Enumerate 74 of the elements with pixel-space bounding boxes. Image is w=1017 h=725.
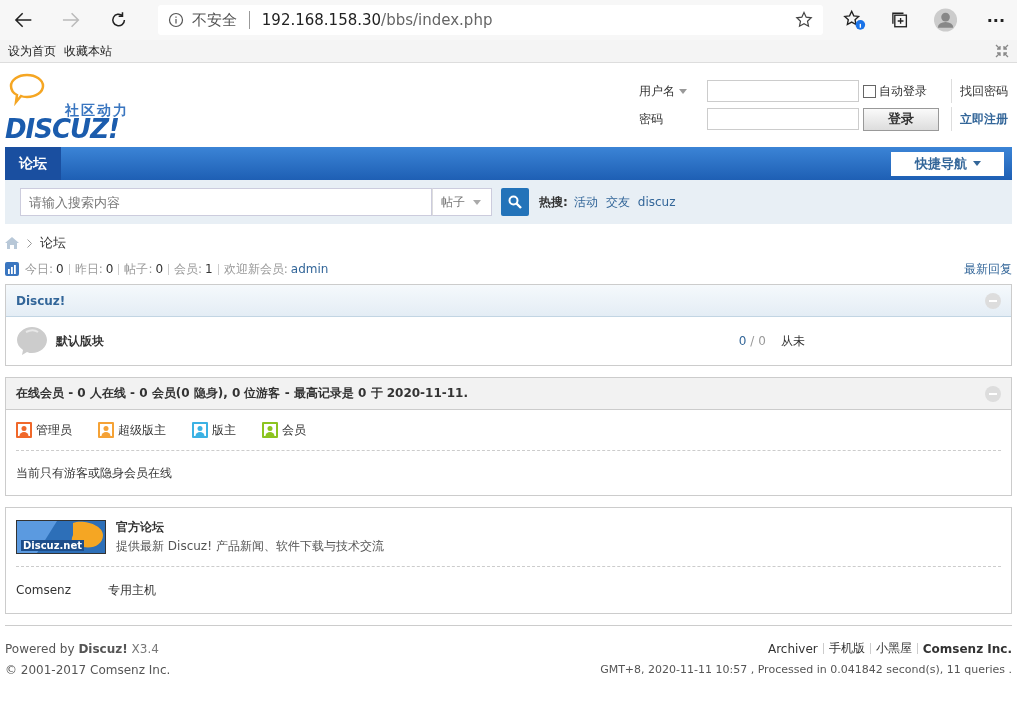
caret-icon xyxy=(972,161,981,166)
stat-value[interactable]: admin xyxy=(290,262,329,276)
search-field[interactable]: 请输入搜索内容 xyxy=(20,188,432,216)
caret-icon xyxy=(679,88,687,94)
address-bar[interactable]: 不安全 192.168.158.30/bbs/index.php xyxy=(157,5,824,35)
footer-link[interactable]: 手机版 xyxy=(828,640,865,657)
legend-label: 超级版主 xyxy=(118,421,166,439)
featured-link-title[interactable]: 官方论坛 xyxy=(116,519,384,536)
legend-label: 会员 xyxy=(282,421,306,439)
featured-link-description: 提供最新 Discuz! 产品新闻、软件下载与技术交流 xyxy=(116,538,384,555)
hot-search-link[interactable]: 交友 xyxy=(605,193,630,211)
auto-login-checkbox[interactable]: 自动登录 xyxy=(863,82,939,100)
hot-search-link[interactable]: discuz xyxy=(637,195,676,209)
hot-search-link[interactable]: 活动 xyxy=(573,193,598,211)
forum-thread-count: 0 xyxy=(738,334,747,348)
url-text: 192.168.158.30/bbs/index.php xyxy=(261,11,494,29)
friend-link[interactable]: Comsenz xyxy=(16,583,108,597)
more-button[interactable]: ··· xyxy=(986,10,1005,30)
chart-icon xyxy=(5,262,19,276)
processing-info: GMT+8, 2020-11-11 10:57 , Processed in 0.041842 second(s), 11 queries . xyxy=(600,663,1012,676)
login-button[interactable]: 登录 xyxy=(863,107,939,131)
nav-tab[interactable]: 论坛 xyxy=(5,147,61,180)
username-label[interactable]: 用户名 xyxy=(639,82,707,100)
stat-value: 0 xyxy=(155,262,164,276)
stat-label: 今日: xyxy=(25,260,54,278)
password-field[interactable] xyxy=(707,108,859,130)
footer-link[interactable]: Comsenz Inc. xyxy=(922,641,1012,656)
logo-tagline: 社区动力 xyxy=(65,102,129,119)
password-label: 密码 xyxy=(639,110,664,128)
latest-replies-link[interactable]: 最新回复 xyxy=(964,260,1012,278)
star-icon[interactable] xyxy=(795,11,814,29)
collections-icon[interactable] xyxy=(890,10,910,30)
forgot-password-link[interactable]: 找回密码 xyxy=(960,82,1012,100)
stat-value: 0 xyxy=(56,262,64,276)
stat-label: 会员: xyxy=(174,260,203,278)
stat-label: 昨日: xyxy=(74,260,103,278)
caret-icon xyxy=(473,199,481,205)
copyright-text: © 2001-2017 Comsenz Inc. xyxy=(5,662,171,677)
register-link[interactable]: 立即注册 xyxy=(960,110,1012,128)
favorites-icon[interactable] xyxy=(843,9,867,31)
legend-label: 管理员 xyxy=(36,421,72,439)
search-icon xyxy=(508,195,522,209)
stat-value: 0 xyxy=(105,262,114,276)
footer-link[interactable]: 小黑屋 xyxy=(875,640,912,657)
forum-post-count: 0 xyxy=(758,334,766,348)
friend-link[interactable]: 专用主机 xyxy=(108,581,200,599)
forum-name[interactable]: 默认版块 xyxy=(56,332,104,350)
forum-bubble-icon xyxy=(16,326,48,356)
last-post: 从未 xyxy=(781,332,806,350)
home-icon[interactable] xyxy=(5,237,19,249)
site-logo[interactable]: Discuz.net xyxy=(16,520,106,554)
powered-by-text: Powered by Discuz! X3.4 xyxy=(5,641,159,656)
stat-label: 欢迎新会员: xyxy=(223,260,288,278)
hot-search-label: 热搜: xyxy=(539,193,568,211)
stat-label: 帖子: xyxy=(124,260,153,278)
security-label: 不安全 xyxy=(191,10,237,30)
legend-label: 版主 xyxy=(212,421,236,439)
favorites-link[interactable]: 收藏本站 xyxy=(64,42,112,60)
username-field[interactable] xyxy=(707,80,859,102)
profile-avatar[interactable] xyxy=(933,8,957,32)
collapse-icon[interactable] xyxy=(995,44,1009,58)
favorites-link[interactable]: 设为首页 xyxy=(8,42,56,60)
info-icon xyxy=(167,12,184,28)
count-separator: / xyxy=(750,334,755,348)
breadcrumb-item[interactable]: 论坛 xyxy=(40,234,66,252)
online-note: 当前只有游客或隐身会员在线 xyxy=(15,464,173,482)
category-title[interactable]: Discuz! xyxy=(16,293,66,308)
chevron-icon xyxy=(27,238,32,248)
stat-value: 1 xyxy=(205,262,213,276)
search-button[interactable] xyxy=(501,188,529,216)
footer-link[interactable]: Archiver xyxy=(767,641,818,656)
back-icon[interactable] xyxy=(14,11,34,29)
search-type-dropdown[interactable]: 帖子 xyxy=(432,188,492,216)
quick-nav-button[interactable]: 快捷导航 xyxy=(891,151,1004,176)
